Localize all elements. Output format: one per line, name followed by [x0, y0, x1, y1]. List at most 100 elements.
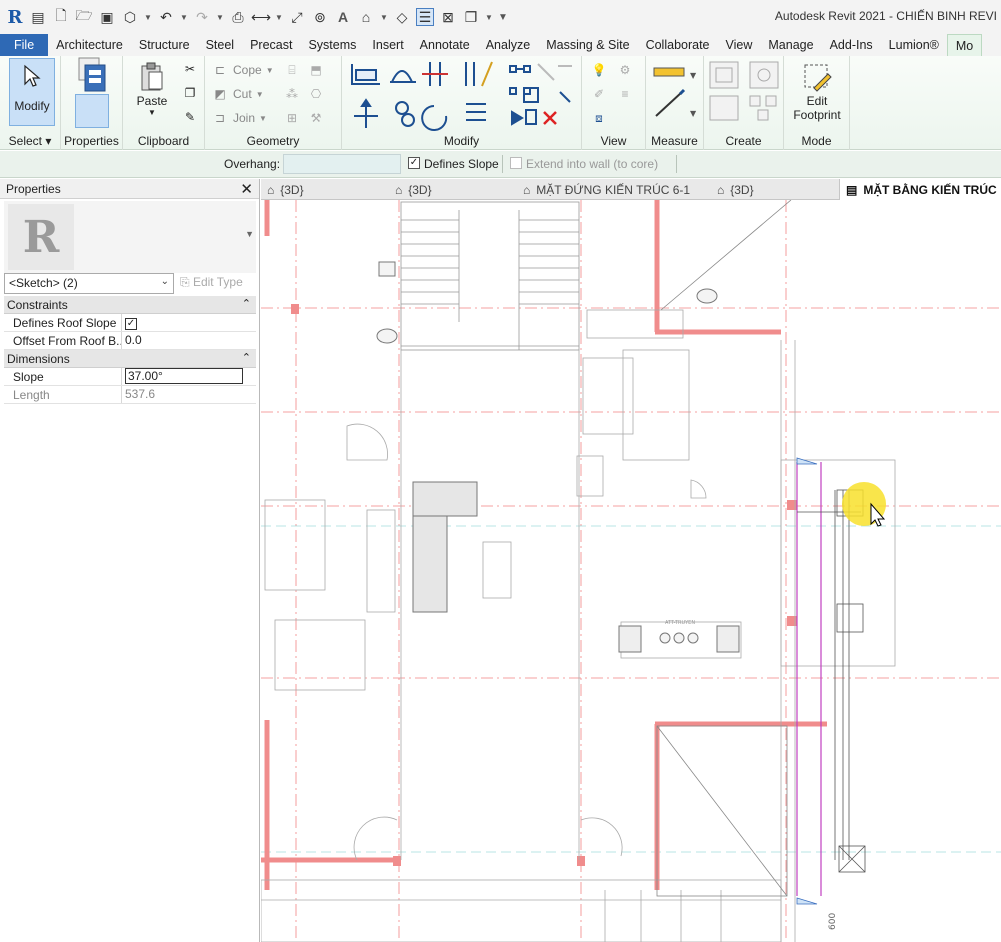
match-type-icon[interactable]: ✎: [181, 108, 199, 126]
chevron-down-icon[interactable]: ▼: [485, 13, 493, 22]
revit-logo-icon[interactable]: R: [6, 7, 24, 28]
redo-icon[interactable]: ↷: [193, 8, 211, 26]
cut-scissors-icon[interactable]: ✂: [181, 60, 199, 78]
ribbon-tab-structure[interactable]: Structure: [131, 34, 198, 56]
app-menu-icon[interactable]: ▤: [29, 8, 47, 26]
override-by-category-icon[interactable]: ≡: [616, 85, 634, 103]
close-hidden-windows-icon[interactable]: ⊠: [439, 8, 457, 26]
paint-icon[interactable]: ⎔: [307, 85, 325, 103]
ribbon-tab-steel[interactable]: Steel: [198, 34, 243, 56]
join-button[interactable]: ⊐ Join ▼: [211, 109, 267, 127]
hide-bulb-icon[interactable]: 💡: [590, 61, 608, 79]
chevron-down-icon: ⌄: [160, 276, 169, 287]
print-icon[interactable]: ⎙: [229, 8, 247, 26]
ribbon-tab-systems[interactable]: Systems: [300, 34, 364, 56]
modify-tools-icons[interactable]: [342, 56, 582, 132]
property-row-offset: Offset From Roof B... 0.0: [4, 332, 256, 350]
floor-plan-drawing[interactable]: 600 ATT-TRUYEN: [261, 200, 1001, 942]
view-tab-3d-2[interactable]: ⌂ {3D}: [395, 179, 432, 200]
demolish-icon[interactable]: ⁂: [283, 85, 301, 103]
text-icon[interactable]: A: [334, 8, 352, 26]
ribbon-tab-lumion[interactable]: Lumion®: [881, 34, 947, 56]
property-value[interactable]: ✓: [122, 314, 256, 331]
ribbon-tab-annotate[interactable]: Annotate: [412, 34, 478, 56]
selection-box-icon[interactable]: ⧈: [590, 109, 608, 127]
view-tab-elevation[interactable]: ⌂ MẶT ĐỨNG KIẾN TRÚC 6-1: [523, 179, 690, 200]
tag-icon[interactable]: ⊚: [311, 8, 329, 26]
undo-icon[interactable]: ↶: [157, 8, 175, 26]
slope-input[interactable]: 37.00°: [125, 368, 243, 384]
property-value[interactable]: 37.00°: [122, 368, 256, 385]
thin-lines-icon[interactable]: ☰: [416, 8, 434, 26]
measure-tools-icons[interactable]: ▼ ▼: [646, 56, 704, 126]
view-tab-floor-plan[interactable]: ▤ MẶT BẰNG KIẾN TRÚC: [839, 179, 1001, 200]
ribbon-tabs: File Architecture Structure Steel Precast Sys…: [0, 34, 1001, 56]
ribbon-tab-file[interactable]: File: [0, 34, 49, 56]
dimensions-section[interactable]: Dimensions ⌃: [4, 350, 256, 368]
view-tab-3d-1[interactable]: ⌂ {3D}: [267, 179, 304, 200]
close-icon[interactable]: ✕: [240, 180, 253, 198]
furniture: [376, 261, 740, 653]
defines-slope-checkbox[interactable]: ✓: [408, 157, 420, 169]
mode-group: Edit Footprint Mode: [784, 56, 850, 150]
copy-icon[interactable]: ❐: [181, 84, 199, 102]
ribbon-tab-manage[interactable]: Manage: [760, 34, 821, 56]
chevron-down-icon[interactable]: ▼: [216, 13, 224, 22]
drawing-canvas[interactable]: 600 ATT-TRUYEN: [261, 200, 1001, 942]
cope-button[interactable]: ⊏ Cope ▼: [211, 61, 274, 79]
instance-selector[interactable]: <Sketch> (2) ⌄: [4, 273, 174, 294]
chevron-down-icon[interactable]: ▼: [180, 13, 188, 22]
ribbon-tab-precast[interactable]: Precast: [242, 34, 300, 56]
chevron-down-icon[interactable]: ▼: [245, 229, 254, 239]
pick-new-host-icon[interactable]: ⚒: [307, 109, 325, 127]
constraints-section[interactable]: Constraints ⌃: [4, 296, 256, 314]
property-value[interactable]: 0.0: [122, 332, 256, 349]
ribbon-tab-architecture[interactable]: Architecture: [48, 34, 131, 56]
create-tools-icons[interactable]: [704, 56, 784, 126]
cut-geometry-icon: ◩: [214, 87, 226, 101]
collapse-icon[interactable]: ⌃: [242, 351, 251, 364]
default-3d-view-icon[interactable]: ⌂: [357, 8, 375, 26]
override-graphics-icon[interactable]: ⚙: [616, 61, 634, 79]
wall-joins-icon[interactable]: ⌸: [283, 61, 301, 79]
paste-button[interactable]: Paste ▼: [133, 60, 171, 124]
ribbon-tab-view[interactable]: View: [718, 34, 761, 56]
property-key: Offset From Roof B...: [4, 332, 122, 349]
ribbon-tab-massing-site[interactable]: Massing & Site: [538, 34, 637, 56]
modify-button[interactable]: Modify: [9, 58, 55, 126]
save-icon[interactable]: ▣: [98, 8, 116, 26]
new-file-icon[interactable]: 🗋: [52, 7, 70, 26]
chevron-down-icon[interactable]: ▼: [380, 13, 388, 22]
ribbon-tab-collaborate[interactable]: Collaborate: [638, 34, 718, 56]
cut-geometry-button[interactable]: ◩ Cut ▼: [211, 85, 263, 103]
customize-qat-icon[interactable]: ▼: [498, 12, 508, 23]
grid-lines: [261, 200, 1001, 942]
open-folder-icon[interactable]: 🗁: [75, 7, 93, 26]
select-group: Modify Select ▾: [0, 56, 61, 150]
linework-icon[interactable]: ✐: [590, 85, 608, 103]
edit-type-button[interactable]: ⎘ Edit Type: [180, 275, 243, 290]
sync-icon[interactable]: ⬡: [121, 8, 139, 26]
edit-footprint-button[interactable]: Edit Footprint: [788, 60, 846, 128]
collapse-icon[interactable]: ⌃: [242, 297, 251, 310]
split-face-icon[interactable]: ⬒: [307, 61, 325, 79]
view-tab-3d-3[interactable]: ⌂ {3D}: [717, 179, 754, 200]
measure-icon[interactable]: ⟷: [251, 8, 271, 26]
ribbon-tab-mo[interactable]: Mo: [946, 34, 983, 56]
select-dropdown[interactable]: Select ▾: [0, 134, 60, 148]
aligned-dimension-icon[interactable]: ⤢: [288, 8, 306, 26]
remove-paint-icon[interactable]: ⊞: [283, 109, 301, 127]
switch-windows-icon[interactable]: ❐: [462, 8, 480, 26]
section-icon[interactable]: ◇: [393, 8, 411, 26]
extend-into-wall-checkbox[interactable]: [510, 157, 522, 169]
ribbon-tab-analyze[interactable]: Analyze: [478, 34, 538, 56]
paste-label: Paste: [136, 94, 168, 108]
properties-button[interactable]: [75, 57, 109, 128]
ribbon-tab-insert[interactable]: Insert: [364, 34, 411, 56]
defines-roof-slope-checkbox[interactable]: ✓: [125, 318, 137, 330]
ribbon-tab-add-ins[interactable]: Add-Ins: [822, 34, 881, 56]
chevron-down-icon[interactable]: ▼: [144, 13, 152, 22]
options-separator: [676, 155, 677, 173]
chevron-down-icon[interactable]: ▼: [275, 13, 283, 22]
overhang-input[interactable]: [283, 154, 401, 174]
